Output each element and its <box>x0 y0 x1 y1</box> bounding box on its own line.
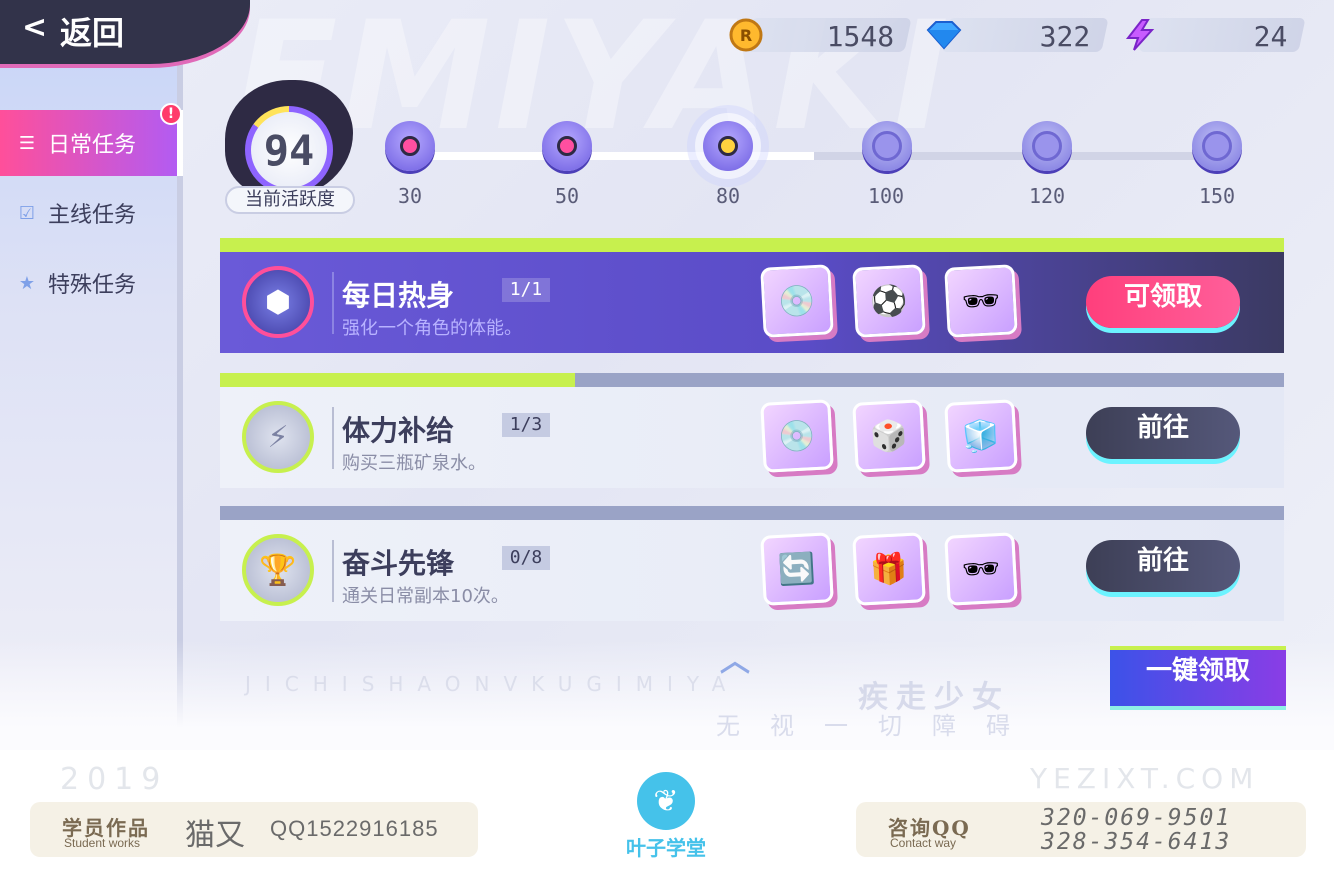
mystery-box-icon[interactable]: 🎁 <box>852 532 926 606</box>
milestone-label: 30 <box>397 184 423 208</box>
milestone-chest-150[interactable] <box>1192 121 1242 171</box>
milestone-chest-30[interactable] <box>385 121 435 171</box>
task-description: 购买三瓶矿泉水。 <box>342 453 486 474</box>
tab-special-tasks[interactable]: ★ 特殊任务 <box>0 250 183 316</box>
divider <box>332 407 334 469</box>
coin-value: 1548 <box>826 20 894 53</box>
author-qq: QQ1522916185 <box>270 816 439 841</box>
contact-credit: 咨询QQ Contact way 320-069-9501 328-354-64… <box>856 802 1306 857</box>
back-label: 返回 <box>60 14 125 52</box>
divider <box>332 272 334 334</box>
works-label-en: Student works <box>64 836 141 850</box>
task-card: ⚡ 体力补给 1/3 购买三瓶矿泉水。 💿 🎲 🧊 前往 <box>220 373 1284 488</box>
clipboard-check-icon: ☑ <box>18 202 36 224</box>
svg-text:R: R <box>740 26 752 45</box>
milestone-chest-120[interactable] <box>1022 121 1072 171</box>
go-button[interactable]: 前往 <box>1086 407 1240 459</box>
dumbbell-icon: ⬢ <box>242 266 314 338</box>
task-progress-bar <box>220 373 1284 387</box>
pinyin-watermark: JICHISHAONVKUGIMIYA <box>245 672 740 696</box>
notification-badge: ! <box>160 103 182 125</box>
task-name: 体力补给 <box>342 414 455 447</box>
tab-label: 日常任务 <box>48 133 137 158</box>
claim-all-button[interactable]: 一键领取 <box>1110 650 1286 706</box>
slogan-subtitle: 无视一切障碍 <box>716 712 1040 740</box>
screen: EMIYAKI < 返回 ☰ 日常任务 ! ☑ 主线任务 ★ 特殊任务 1548… <box>0 0 1334 880</box>
milestone-chest-50[interactable] <box>542 121 592 171</box>
trophy-icon: 🏆 <box>242 534 314 606</box>
task-name: 每日热身 <box>342 279 455 312</box>
go-button[interactable]: 前往 <box>1086 540 1240 592</box>
task-progress: 0/8 <box>502 546 550 570</box>
diamond-counter: 322 <box>941 18 1109 53</box>
task-description: 强化一个角色的体能。 <box>342 318 522 339</box>
coin-counter: 1548 <box>744 18 912 53</box>
energy-value: 24 <box>1253 20 1288 53</box>
disc-icon[interactable]: 💿 <box>760 399 834 473</box>
year-watermark: 2019 <box>60 762 169 797</box>
task-description: 通关日常副本10次。 <box>342 586 509 607</box>
milestone-chest-100[interactable] <box>862 121 912 171</box>
task-name: 奋斗先锋 <box>342 547 455 580</box>
lightning-icon <box>1122 17 1158 53</box>
task-card: 🏆 奋斗先锋 0/8 通关日常副本10次。 🔄 🎁 🕶 前往 <box>220 506 1284 621</box>
milestone-label: 120 <box>1028 184 1066 208</box>
energy-plus-icon: ⚡ <box>242 401 314 473</box>
milestone-label: 80 <box>715 184 741 208</box>
milestone-label: 100 <box>867 184 905 208</box>
diamond-icon <box>926 17 962 53</box>
tab-label: 主线任务 <box>48 203 137 228</box>
arrow-left-icon: < <box>22 10 48 45</box>
task-screen: EMIYAKI < 返回 ☰ 日常任务 ! ☑ 主线任务 ★ 特殊任务 1548… <box>0 0 1334 750</box>
contact-number: 328-354-6413 <box>1041 829 1232 855</box>
rubiks-cube-icon[interactable]: 🧊 <box>944 399 1018 473</box>
task-card: ⬢ 每日热身 1/1 强化一个角色的体能。 💿 ⚽ 🕶 可领取 <box>220 238 1284 353</box>
task-progress: 1/1 <box>502 278 550 302</box>
site-watermark: YEZIXT.COM <box>1030 762 1260 795</box>
soccer-ball-icon[interactable]: ⚽ <box>852 264 926 338</box>
tab-main-tasks[interactable]: ☑ 主线任务 <box>0 180 183 246</box>
contact-label-en: Contact way <box>890 836 957 850</box>
tree-logo-icon: ❦ <box>637 772 695 830</box>
activity-track-fill <box>410 152 814 160</box>
milestone-label: 150 <box>1198 184 1236 208</box>
back-button[interactable]: < 返回 <box>0 0 250 64</box>
diamond-value: 322 <box>1040 20 1091 53</box>
refresh-arrows-icon[interactable]: 🔄 <box>760 532 834 606</box>
activity-track <box>410 152 1218 160</box>
milestone-chest-80[interactable] <box>703 121 753 171</box>
activity-label: 当前活跃度 <box>225 186 355 214</box>
author-credit: 学员作品 Student works 猫又 QQ1522916185 <box>30 802 478 857</box>
activity-ring: 94 <box>245 106 333 194</box>
disc-icon[interactable]: 💿 <box>760 264 834 338</box>
activity-value: 94 <box>251 112 327 188</box>
task-progress-fill <box>220 238 1284 252</box>
task-progress-bar <box>220 506 1284 520</box>
task-progress: 1/3 <box>502 413 550 437</box>
author-name: 猫又 <box>185 818 245 853</box>
list-icon: ☰ <box>18 132 36 154</box>
tab-daily-tasks[interactable]: ☰ 日常任务 <box>0 110 183 176</box>
sunglasses-icon[interactable]: 🕶 <box>944 264 1018 338</box>
coin-icon: R <box>728 17 764 53</box>
claim-button[interactable]: 可领取 <box>1086 276 1240 328</box>
cube-icon[interactable]: 🎲 <box>852 399 926 473</box>
task-progress-fill <box>220 373 575 387</box>
tab-label: 特殊任务 <box>48 273 137 298</box>
divider <box>332 540 334 602</box>
activity-meter: 94 当前活跃度 <box>225 80 355 215</box>
star-flag-icon: ★ <box>18 272 36 294</box>
energy-counter: 24 <box>1138 18 1306 53</box>
logo-text: 叶子学堂 <box>626 836 706 860</box>
contact-number: 320-069-9501 <box>1041 805 1232 831</box>
sunglasses-icon[interactable]: 🕶 <box>944 532 1018 606</box>
milestone-label: 50 <box>554 184 580 208</box>
task-progress-bar <box>220 238 1284 252</box>
